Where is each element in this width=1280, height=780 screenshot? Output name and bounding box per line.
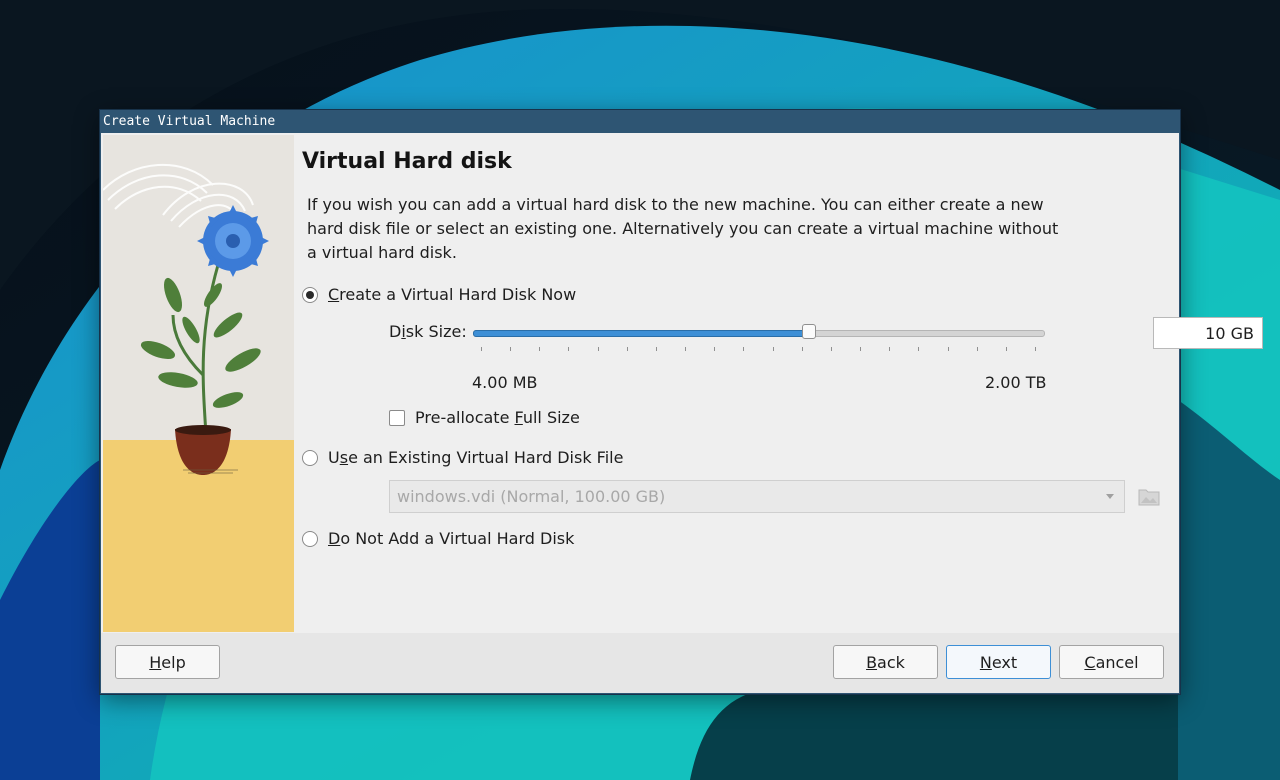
slider-tick [510, 347, 511, 351]
create-vm-dialog: Create Virtual Machine Virtual Hard disk… [100, 110, 1263, 694]
slider-tick [481, 347, 482, 351]
disk-size-label: Disk Size: [389, 322, 467, 341]
slider-tick [539, 347, 540, 351]
no-disk-label: Do Not Add a Virtual Hard Disk [328, 529, 575, 548]
slider-tick [889, 347, 890, 351]
slider-min-label: 4.00 MB [472, 373, 538, 392]
slider-tick [1006, 347, 1007, 351]
slider-tick [1035, 347, 1036, 351]
next-button[interactable]: Next [946, 645, 1051, 679]
preallocate-label: Pre-allocate Full Size [415, 408, 580, 427]
window-title: Create Virtual Machine [103, 114, 276, 129]
preallocate-checkbox[interactable] [389, 409, 405, 426]
slider-tick [773, 347, 774, 351]
slider-tick [948, 347, 949, 351]
page-description: If you wish you can add a virtual hard d… [307, 195, 1059, 262]
slider-tick [743, 347, 744, 351]
browse-disk-button[interactable] [1137, 483, 1161, 509]
cancel-button[interactable]: Cancel [1059, 645, 1164, 679]
slider-tick [598, 347, 599, 351]
help-button[interactable]: Help [115, 645, 220, 679]
slider-tick [918, 347, 919, 351]
create-new-disk-label: Create a Virtual Hard Disk Now [328, 285, 577, 304]
slider-tick [568, 347, 569, 351]
chevron-down-icon [1106, 494, 1114, 499]
no-disk-option[interactable]: Do Not Add a Virtual Hard Disk [302, 529, 574, 548]
create-new-disk-option[interactable]: Create a Virtual Hard Disk Now [302, 285, 576, 304]
slider-tick [977, 347, 978, 351]
back-button[interactable]: Back [833, 645, 938, 679]
slider-max-label: 2.00 TB [985, 373, 1047, 392]
use-existing-disk-radio[interactable] [302, 449, 318, 466]
create-new-disk-radio[interactable] [302, 286, 318, 303]
slider-tick [656, 347, 657, 351]
slider-handle[interactable] [802, 324, 816, 339]
slider-tick [685, 347, 686, 351]
slider-tick [802, 347, 803, 351]
no-disk-radio[interactable] [302, 530, 318, 547]
slider-fill [473, 330, 811, 337]
slider-tick [831, 347, 832, 351]
wizard-illustration [103, 135, 294, 632]
page-content: Virtual Hard disk If you wish you can ad… [294, 133, 1263, 633]
page-title: Virtual Hard disk [302, 149, 512, 174]
use-existing-disk-label: Use an Existing Virtual Hard Disk File [328, 448, 624, 467]
use-existing-disk-option[interactable]: Use an Existing Virtual Hard Disk File [302, 448, 623, 467]
existing-disk-value: windows.vdi (Normal, 100.00 GB) [397, 487, 666, 506]
slider-tick [860, 347, 861, 351]
disk-size-input[interactable] [1153, 317, 1263, 349]
slider-tick [627, 347, 628, 351]
preallocate-option[interactable]: Pre-allocate Full Size [389, 408, 580, 427]
dialog-footer: Help Back Next Cancel [101, 633, 1179, 693]
slider-tick [714, 347, 715, 351]
existing-disk-select[interactable]: windows.vdi (Normal, 100.00 GB) [389, 480, 1125, 513]
disk-size-slider[interactable] [473, 323, 1045, 363]
folder-icon [1138, 489, 1160, 506]
window-titlebar[interactable]: Create Virtual Machine [101, 111, 1179, 133]
